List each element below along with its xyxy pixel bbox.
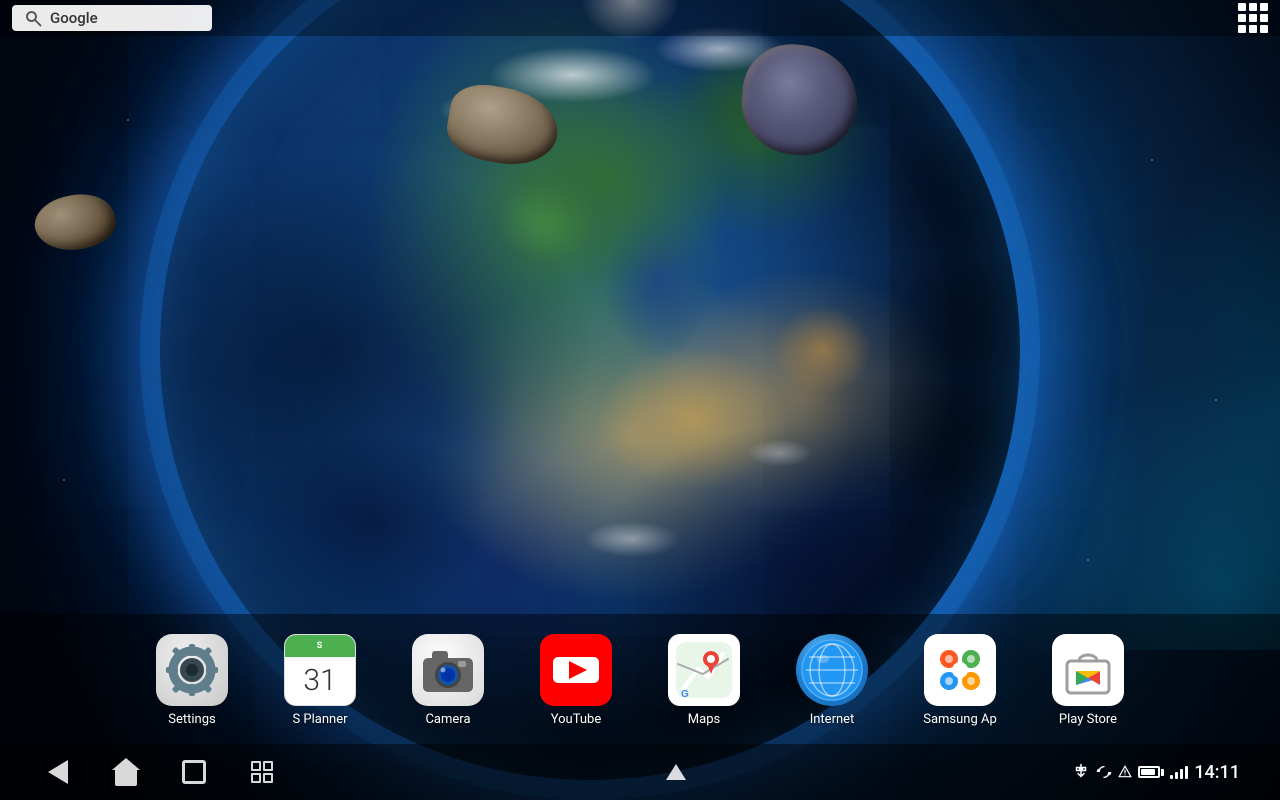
google-label: Google <box>50 9 98 27</box>
screenshot-icon <box>251 761 273 783</box>
camera-svg <box>418 640 478 700</box>
youtube-app-icon[interactable]: YouTube <box>512 624 640 735</box>
status-bar: Google <box>0 0 1280 36</box>
battery-body <box>1138 766 1160 778</box>
navigation-bar: 14:11 <box>0 744 1280 800</box>
back-icon <box>48 760 68 784</box>
playstore-label: Play Store <box>1059 712 1117 727</box>
ss-cell <box>263 773 273 783</box>
svg-text:G: G <box>681 689 689 700</box>
app-dock: Settings S 31 S Planner <box>0 614 1280 744</box>
playstore-app-icon[interactable]: Play Store <box>1024 624 1152 735</box>
grid-dot <box>1249 25 1257 33</box>
grid-dot <box>1249 3 1257 11</box>
maps-app-icon[interactable]: G Maps <box>640 624 768 735</box>
camera-app-icon[interactable]: Camera <box>384 624 512 735</box>
grid-dot <box>1260 3 1268 11</box>
nav-center <box>658 754 694 790</box>
usb-icon <box>1072 763 1090 781</box>
youtube-icon-img <box>540 634 612 706</box>
samsung-apps-icon[interactable]: Samsung Ap <box>896 624 1024 735</box>
ss-cell <box>251 761 261 771</box>
signal-bars <box>1170 765 1188 779</box>
samsung-icon-img <box>924 634 996 706</box>
playstore-svg <box>1057 639 1119 701</box>
signal-bar-3 <box>1180 769 1183 779</box>
grid-dot <box>1238 25 1246 33</box>
google-search-bar[interactable]: Google <box>12 5 212 31</box>
splanner-icon-img: S 31 <box>284 634 356 706</box>
samsung-label: Samsung Ap <box>923 712 997 727</box>
signal-bar-4 <box>1185 766 1188 779</box>
camera-label: Camera <box>425 712 470 727</box>
grid-dot <box>1260 14 1268 22</box>
settings-icon-img <box>156 634 228 706</box>
grid-dot <box>1249 14 1257 22</box>
home-icon <box>112 758 140 786</box>
home-button[interactable] <box>108 754 144 790</box>
splanner-header-text: S <box>317 641 324 651</box>
splanner-app-icon[interactable]: S 31 S Planner <box>256 624 384 735</box>
samsung-svg <box>929 639 991 701</box>
grid-dot <box>1238 14 1246 22</box>
internet-svg <box>801 639 863 701</box>
nav-status-right: 14:11 <box>1072 762 1240 783</box>
time-display: 14:11 <box>1194 762 1240 783</box>
maps-icon-img: G <box>668 634 740 706</box>
playstore-icon-img <box>1052 634 1124 706</box>
ss-cell <box>251 773 261 783</box>
sync-icon <box>1096 764 1112 780</box>
battery-fill <box>1141 769 1155 775</box>
splanner-label: S Planner <box>292 712 347 727</box>
nav-left-buttons <box>40 754 280 790</box>
ss-cell <box>263 761 273 771</box>
internet-label: Internet <box>810 712 855 727</box>
alert-icon <box>1118 765 1132 779</box>
signal-bar-2 <box>1175 772 1178 779</box>
signal-bar-1 <box>1170 775 1173 779</box>
youtube-label: YouTube <box>551 712 602 727</box>
battery-icon <box>1138 766 1164 778</box>
status-right-area <box>1238 3 1268 33</box>
up-button[interactable] <box>658 754 694 790</box>
home-body <box>115 770 137 786</box>
back-button[interactable] <box>40 754 76 790</box>
apps-grid-button[interactable] <box>1238 3 1268 33</box>
internet-app-icon[interactable]: Internet <box>768 624 896 735</box>
battery-tip <box>1161 769 1164 776</box>
recents-button[interactable] <box>176 754 212 790</box>
up-arrow-icon <box>666 764 686 780</box>
search-icon <box>24 9 42 27</box>
camera-icon-img <box>412 634 484 706</box>
internet-icon-img <box>796 634 868 706</box>
settings-label: Settings <box>168 712 215 727</box>
grid-dot <box>1260 25 1268 33</box>
screenshot-button[interactable] <box>244 754 280 790</box>
settings-app-icon[interactable]: Settings <box>128 624 256 735</box>
maps-label: Maps <box>688 712 720 727</box>
splanner-header: S <box>285 635 355 657</box>
grid-dot <box>1238 3 1246 11</box>
home-roof <box>112 758 140 770</box>
settings-gear-svg <box>162 640 222 700</box>
splanner-date: 31 <box>285 657 355 705</box>
youtube-svg <box>545 639 607 701</box>
maps-svg: G <box>673 639 735 701</box>
recents-icon <box>182 760 206 784</box>
